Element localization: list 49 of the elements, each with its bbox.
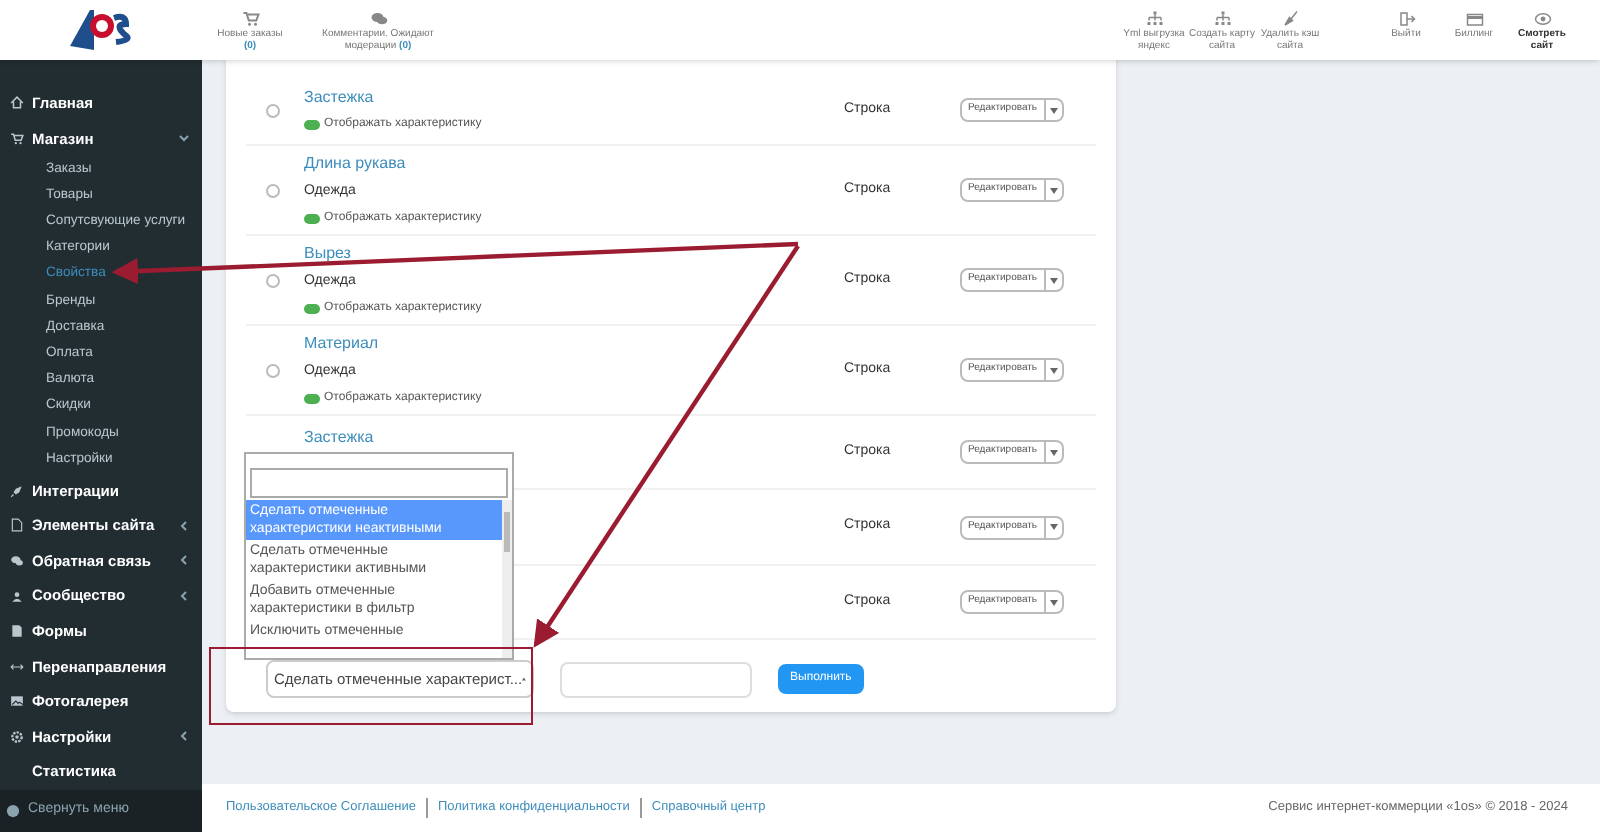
caret-icon [1049, 367, 1058, 373]
property-name-link[interactable]: Застежка [304, 86, 844, 110]
document-icon [10, 624, 24, 639]
sitemap-icon [1145, 9, 1163, 27]
card-icon [1465, 9, 1483, 27]
brush-icon [1281, 9, 1299, 27]
logo-icon[interactable] [66, 6, 134, 54]
checkbox[interactable] [266, 363, 280, 377]
chat-icon [369, 9, 387, 27]
property-name-link[interactable]: Материал [304, 332, 844, 357]
property-name-link[interactable]: Застежка [304, 426, 844, 450]
arrows-icon [10, 659, 24, 674]
eye-icon [1533, 9, 1551, 27]
caret-icon [1049, 107, 1058, 113]
checkbox[interactable] [266, 273, 280, 287]
property-name-link[interactable]: Длина рукава [304, 152, 844, 177]
circle-icon [6, 803, 20, 818]
caret-icon [1049, 187, 1058, 193]
toggle-switch[interactable] [304, 213, 320, 224]
caret-icon [1049, 524, 1058, 530]
cart-icon [10, 131, 24, 146]
caret-icon [1049, 599, 1058, 605]
rocket-icon [10, 483, 24, 498]
checkbox[interactable] [266, 103, 280, 117]
exit-icon [1397, 9, 1415, 27]
chevron-left-icon[interactable] [178, 730, 190, 743]
users-icon [10, 589, 24, 604]
caret-icon [1049, 277, 1058, 283]
toggle-switch[interactable] [304, 120, 320, 130]
search-field[interactable] [250, 467, 508, 497]
image-icon [10, 694, 24, 709]
chat-icon [10, 553, 24, 568]
chevron-down-icon[interactable] [178, 132, 190, 145]
input-field[interactable] [560, 661, 752, 697]
file-icon [10, 518, 24, 533]
checkbox[interactable] [266, 183, 280, 197]
property-name-link[interactable]: Вырез [304, 242, 844, 267]
toggle-switch[interactable] [304, 393, 320, 404]
scrollbar[interactable] [502, 500, 512, 658]
caret-icon [1049, 449, 1058, 455]
dropdown-toggle[interactable] [1045, 515, 1064, 539]
chevron-left-icon[interactable] [178, 554, 190, 567]
sitemap-icon [1213, 9, 1231, 27]
chevron-left-icon[interactable] [178, 519, 190, 532]
chevron-left-icon[interactable] [178, 590, 190, 603]
home-icon [10, 96, 24, 111]
cart-icon [241, 9, 259, 27]
gear-icon [10, 729, 24, 744]
toggle-switch[interactable] [304, 303, 320, 314]
